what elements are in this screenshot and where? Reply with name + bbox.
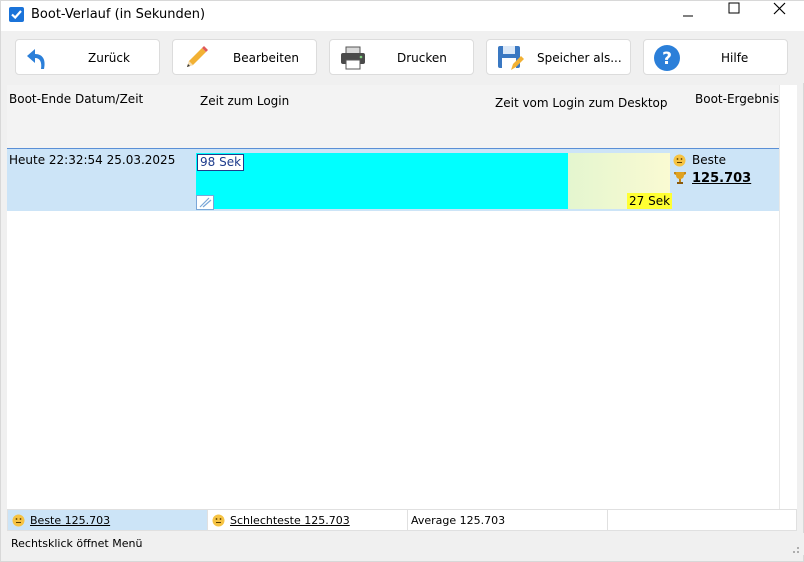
help-button[interactable]: ? Hilfe [643, 39, 788, 75]
title-bar: Boot-Verlauf (in Sekunden) [1, 1, 804, 31]
boot-history-table: Boot-Ende Datum/Zeit Zeit zum Login Zeit… [7, 85, 779, 509]
status-hint: Rechtsklick öffnet Menü [11, 537, 143, 550]
back-button-label: Zurück [88, 51, 130, 65]
column-header-desktop[interactable]: Zeit vom Login zum Desktop [495, 96, 668, 110]
summary-worst-link[interactable]: Schlechteste 125.703 [230, 514, 350, 527]
question-mark-icon: ? [654, 45, 680, 71]
status-bar: Rechtsklick öffnet Menü [1, 533, 804, 555]
svg-text:?: ? [662, 49, 672, 69]
maximize-icon [728, 2, 740, 14]
toolbar: Zurück Bearbeiten Drucken Speicher als..… [1, 31, 804, 83]
minimize-button[interactable] [665, 1, 711, 31]
floppy-disk-icon [498, 46, 524, 70]
summary-best-cell[interactable]: Beste 125.703 [8, 510, 208, 530]
printer-icon [341, 46, 365, 70]
boot-history-window: Boot-Verlauf (in Sekunden) Zurück Bearbe… [0, 0, 804, 562]
result-value[interactable]: 125.703 [692, 171, 751, 186]
resize-grip-icon[interactable] [787, 541, 801, 555]
trophy-icon [674, 172, 686, 184]
summary-worst-cell[interactable]: Schlechteste 125.703 [208, 510, 408, 530]
column-header-login[interactable]: Zeit zum Login [200, 94, 289, 108]
help-button-label: Hilfe [721, 51, 749, 65]
summary-average-text: Average 125.703 [411, 514, 506, 527]
edit-note-icon[interactable] [196, 195, 214, 210]
login-time-bar [196, 153, 568, 209]
column-header-date[interactable]: Boot-Ende Datum/Zeit [9, 92, 143, 106]
minimize-icon [683, 15, 693, 17]
maximize-button[interactable] [711, 1, 757, 31]
pencil-icon [187, 46, 208, 67]
vertical-scrollbar[interactable] [779, 85, 797, 509]
window-title: Boot-Verlauf (in Sekunden) [31, 7, 206, 22]
save-as-button-label: Speicher als... [537, 51, 622, 65]
close-icon [773, 2, 786, 15]
back-arrow-icon [27, 49, 45, 69]
table-row[interactable]: Heute 22:32:54 25.03.2025 98 Sek 27 Sek [7, 149, 779, 211]
edit-button[interactable]: Bearbeiten [172, 39, 317, 75]
close-button[interactable] [757, 1, 803, 31]
desktop-time-label: 27 Sek [627, 193, 673, 209]
edit-button-label: Bearbeiten [233, 51, 299, 65]
smiley-icon [12, 514, 25, 527]
smiley-icon [212, 514, 225, 527]
save-as-button[interactable]: Speicher als... [486, 39, 631, 75]
result-label: Beste [692, 153, 726, 167]
smiley-icon [673, 154, 686, 167]
summary-bar: Beste 125.703 Schlechteste 125.703 Avera… [7, 509, 797, 531]
login-time-label: 98 Sek [197, 154, 245, 171]
print-button[interactable]: Drucken [329, 39, 474, 75]
table-header: Boot-Ende Datum/Zeit Zeit zum Login Zeit… [7, 85, 779, 149]
boot-date-cell: Heute 22:32:54 25.03.2025 [9, 153, 176, 167]
back-button[interactable]: Zurück [15, 39, 160, 75]
summary-average-cell: Average 125.703 [408, 510, 608, 530]
app-checkmark-icon [9, 7, 24, 22]
print-button-label: Drucken [397, 51, 447, 65]
column-header-result[interactable]: Boot-Ergebnis [695, 92, 779, 106]
summary-best-link[interactable]: Beste 125.703 [30, 514, 110, 527]
